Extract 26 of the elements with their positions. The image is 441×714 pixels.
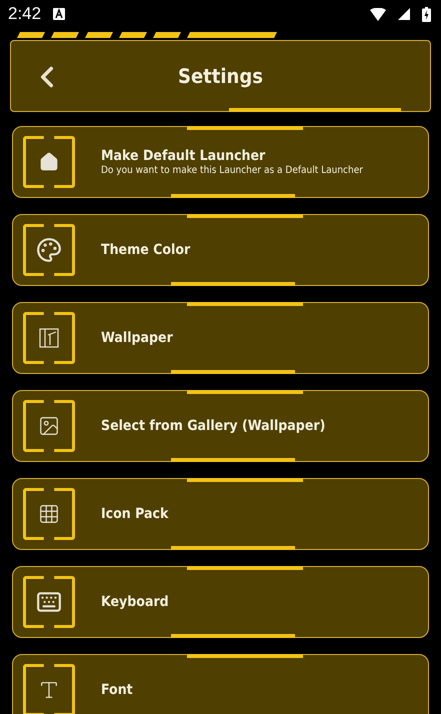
- item-title: Select from Gallery (Wallpaper): [101, 418, 326, 434]
- palette-icon: [36, 237, 62, 263]
- item-title: Font: [101, 682, 133, 698]
- settings-item[interactable]: Theme Color: [12, 214, 429, 286]
- status-time: 2:42: [8, 4, 42, 24]
- item-title: Icon Pack: [101, 506, 168, 522]
- battery-icon: [422, 6, 431, 22]
- item-title: Keyboard: [101, 594, 169, 610]
- font-icon: [38, 679, 60, 701]
- settings-item[interactable]: Keyboard: [12, 566, 429, 638]
- item-title: Theme Color: [101, 242, 190, 258]
- notification-icon: [53, 8, 66, 20]
- item-title: Wallpaper: [101, 330, 173, 346]
- screen-title: Settings: [178, 64, 263, 88]
- wifi-icon: [370, 8, 386, 20]
- item-title: Make Default Launcher: [101, 148, 266, 164]
- settings-item[interactable]: Make Default Launcher Do you want to make this Launcher as a Default Launcher: [12, 126, 429, 198]
- image-icon: [38, 415, 60, 437]
- grid-icon: [38, 503, 60, 525]
- signal-icon: [398, 8, 410, 20]
- item-subtitle: Do you want to make this Launcher as a Default Launcher: [101, 165, 363, 176]
- home-icon: [39, 152, 59, 172]
- settings-item[interactable]: Wallpaper: [12, 302, 429, 374]
- settings-item[interactable]: Icon Pack: [12, 478, 429, 550]
- settings-item[interactable]: Select from Gallery (Wallpaper): [12, 390, 429, 462]
- wallpaper-icon: [38, 327, 60, 349]
